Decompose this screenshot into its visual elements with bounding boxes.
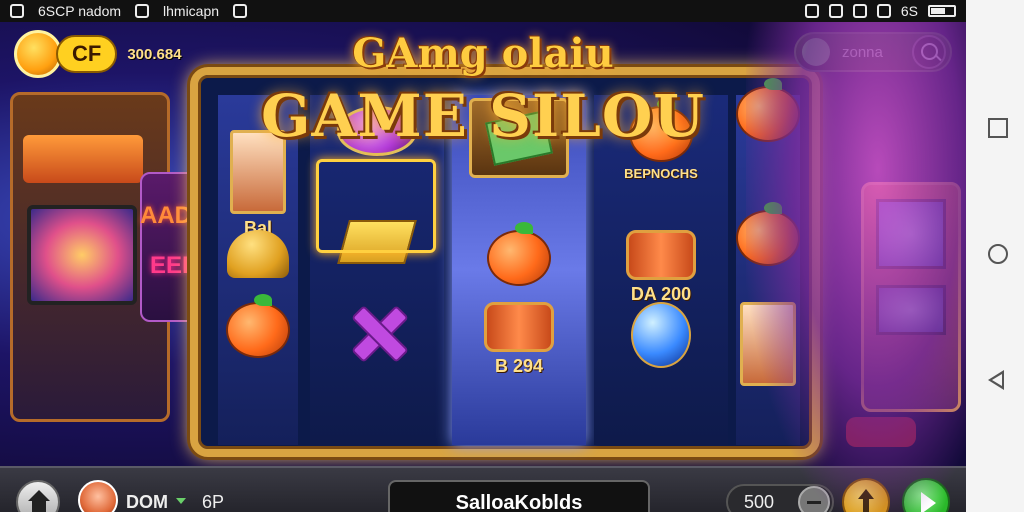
alarm-icon — [828, 4, 843, 18]
game-screen: AADGSCI EEP BalB 294BEPNOCHSDA 200 GAmg … — [0, 22, 966, 512]
signal-icon — [876, 4, 891, 18]
balance-value: 300.684 — [127, 45, 182, 63]
home-nav-button[interactable] — [988, 244, 1008, 264]
fruit-icon — [736, 78, 800, 142]
notification-icon — [10, 4, 24, 18]
win-highlight — [316, 159, 436, 253]
symbol-label: BEPNOCHS — [624, 166, 698, 181]
fruit-icon — [226, 294, 290, 358]
status-bar: 6SCP nadom lhmicapn 6S — [0, 0, 966, 22]
play-button[interactable] — [902, 478, 950, 512]
back-button[interactable] — [988, 370, 1004, 390]
reel-symbol-fruit — [736, 78, 800, 142]
arcade-screen — [876, 285, 946, 335]
android-nav-bar — [966, 0, 1024, 512]
arcade-screen — [27, 205, 137, 305]
fruit-icon — [736, 202, 800, 266]
gem-blue-icon — [631, 302, 691, 368]
recents-button[interactable] — [988, 118, 1008, 138]
balance-widget[interactable]: CF 300.684 — [14, 30, 182, 78]
wifi-icon — [852, 4, 867, 18]
card-icon — [740, 302, 796, 386]
bottom-control-bar: DOM 6P SalloaKoblds 500 — [0, 466, 966, 512]
credit-pill — [726, 484, 834, 512]
arcade-stool — [846, 417, 916, 447]
media-icon — [233, 4, 248, 18]
reel-symbol-barrel: DA 200 — [626, 230, 696, 305]
reel-symbol-bell — [227, 230, 289, 278]
reel-symbol-card — [740, 302, 796, 386]
reel-symbol-fruit — [226, 294, 290, 358]
app-notification-icon — [135, 4, 150, 18]
bell-icon — [227, 230, 289, 278]
status-text-2: lhmicapn — [163, 3, 220, 19]
arcade-cabinet-right — [861, 182, 961, 412]
home-button[interactable] — [16, 480, 60, 512]
coin-icon — [14, 30, 62, 78]
reel-symbol-gem-blue — [631, 302, 691, 368]
chevron-down-icon[interactable] — [176, 498, 186, 504]
status-text-1: 6SCP nadom — [38, 3, 122, 19]
cross-icon — [347, 302, 407, 362]
bet-unit: 6P — [202, 492, 225, 512]
battery-icon — [928, 5, 956, 17]
spin-button[interactable]: SalloaKoblds — [388, 480, 650, 512]
avatar[interactable] — [78, 480, 118, 512]
credit-value: 500 — [744, 492, 775, 512]
game-title: GAME SILOU — [260, 82, 706, 150]
currency-badge[interactable]: CF — [56, 35, 118, 73]
bluetooth-icon — [804, 4, 819, 18]
arcade-screen — [876, 199, 946, 269]
reel-5 — [736, 78, 800, 445]
reel-symbol-fruit — [736, 202, 800, 266]
increase-button[interactable] — [842, 478, 890, 512]
network-type: 6S — [900, 3, 918, 19]
fruit-icon — [487, 222, 551, 286]
account-widget[interactable]: zonna — [794, 32, 952, 72]
decrease-bet-button[interactable] — [798, 486, 830, 512]
barrel-icon — [484, 302, 554, 352]
barrel-icon — [626, 230, 696, 280]
bet-value[interactable]: DOM — [126, 492, 168, 512]
search-button[interactable] — [912, 35, 946, 69]
reel-symbol-cross — [347, 302, 407, 362]
reel-symbol-barrel: B 294 — [484, 302, 554, 377]
profile-icon[interactable] — [802, 38, 830, 66]
reel-symbol-fruit — [487, 222, 551, 286]
account-label: zonna — [842, 43, 883, 61]
symbol-label: B 294 — [494, 356, 544, 376]
